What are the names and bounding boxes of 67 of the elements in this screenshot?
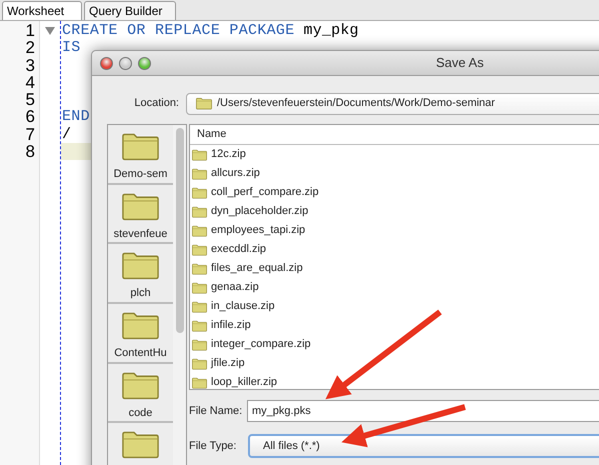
code-text: CREATE OR REPLACE PACKAGE (62, 22, 295, 40)
code-text: END (62, 108, 90, 126)
fold-icon[interactable] (45, 27, 55, 35)
file-type-label: File Type: (189, 438, 238, 454)
folder-icon (192, 244, 207, 256)
code-text: IS (62, 39, 81, 57)
minimize-button[interactable] (119, 56, 132, 70)
folder-icon (192, 358, 207, 370)
place-item[interactable]: stevenfeue (108, 184, 173, 244)
file-row[interactable]: 12c.zip (190, 145, 599, 164)
file-row[interactable]: files_are_equal.zip (190, 259, 599, 278)
line-number: 4 (26, 74, 35, 92)
file-row[interactable]: loop_killer.zip (190, 373, 599, 389)
place-item[interactable]: code (108, 364, 173, 424)
file-row[interactable]: dyn_placeholder.zip (190, 202, 599, 221)
line-number: 1 (26, 22, 35, 40)
folder-icon (122, 192, 159, 221)
place-item[interactable]: Demo-sem (108, 125, 173, 185)
folder-icon (192, 320, 207, 332)
line-number: 5 (26, 91, 35, 108)
folder-icon (192, 282, 207, 294)
code-text: / (62, 126, 72, 144)
file-row[interactable]: infile.zip (190, 316, 599, 335)
tab[interactable]: Query Builder (84, 1, 176, 20)
folder-icon (192, 338, 207, 350)
file-row[interactable]: allcurs.zip (190, 164, 599, 183)
folder-icon (122, 251, 159, 280)
file-row[interactable]: coll_perf_compare.zip (190, 183, 599, 202)
line-number: 2 (26, 39, 35, 57)
line-number: 3 (26, 56, 35, 74)
location-label: Location: (133, 96, 180, 112)
file-row[interactable]: jfile.zip (190, 354, 599, 373)
folder-icon (192, 168, 207, 180)
folder-icon (192, 300, 207, 312)
file-name-label: File Name: (189, 404, 244, 419)
folder-icon (192, 148, 207, 160)
place-item[interactable] (108, 423, 173, 465)
scrollbar-thumb[interactable] (176, 128, 184, 333)
code-text: my_pkg (304, 22, 359, 40)
place-item[interactable]: plch (108, 244, 173, 304)
file-row[interactable]: in_clause.zip (190, 297, 599, 316)
column-header[interactable]: Name (190, 125, 599, 144)
file-row[interactable]: employees_tapi.zip (190, 221, 599, 240)
folder-icon (192, 206, 207, 218)
line-number: 8 (26, 143, 35, 160)
folder-icon (192, 186, 207, 198)
line-number: 6 (26, 108, 35, 126)
file-row[interactable]: genaa.zip (190, 278, 599, 297)
close-button[interactable] (100, 56, 113, 70)
folder-icon (122, 430, 159, 460)
folder-icon (192, 376, 207, 388)
file-row[interactable]: execddl.zip (190, 240, 599, 259)
folder-icon (192, 224, 207, 236)
location-dropdown[interactable]: /Users/stevenfeuerstein/Documents/Work/Demo-seminar (186, 92, 599, 114)
file-type-dropdown[interactable]: All files (*.*) (248, 434, 599, 458)
folder-icon (122, 132, 159, 161)
line-number: 7 (26, 126, 35, 144)
folder-icon (196, 97, 212, 110)
file-row[interactable]: integer_compare.zip (190, 335, 599, 354)
folder-icon (192, 262, 207, 274)
folder-icon (122, 311, 159, 340)
folder-icon (122, 370, 159, 400)
file-name-field[interactable]: my_pkg.pks (247, 400, 599, 422)
tab[interactable]: Worksheet (2, 1, 82, 20)
window-title: Save As (436, 54, 484, 72)
zoom-button[interactable] (138, 56, 151, 70)
place-item[interactable]: ContentHu (108, 304, 173, 364)
